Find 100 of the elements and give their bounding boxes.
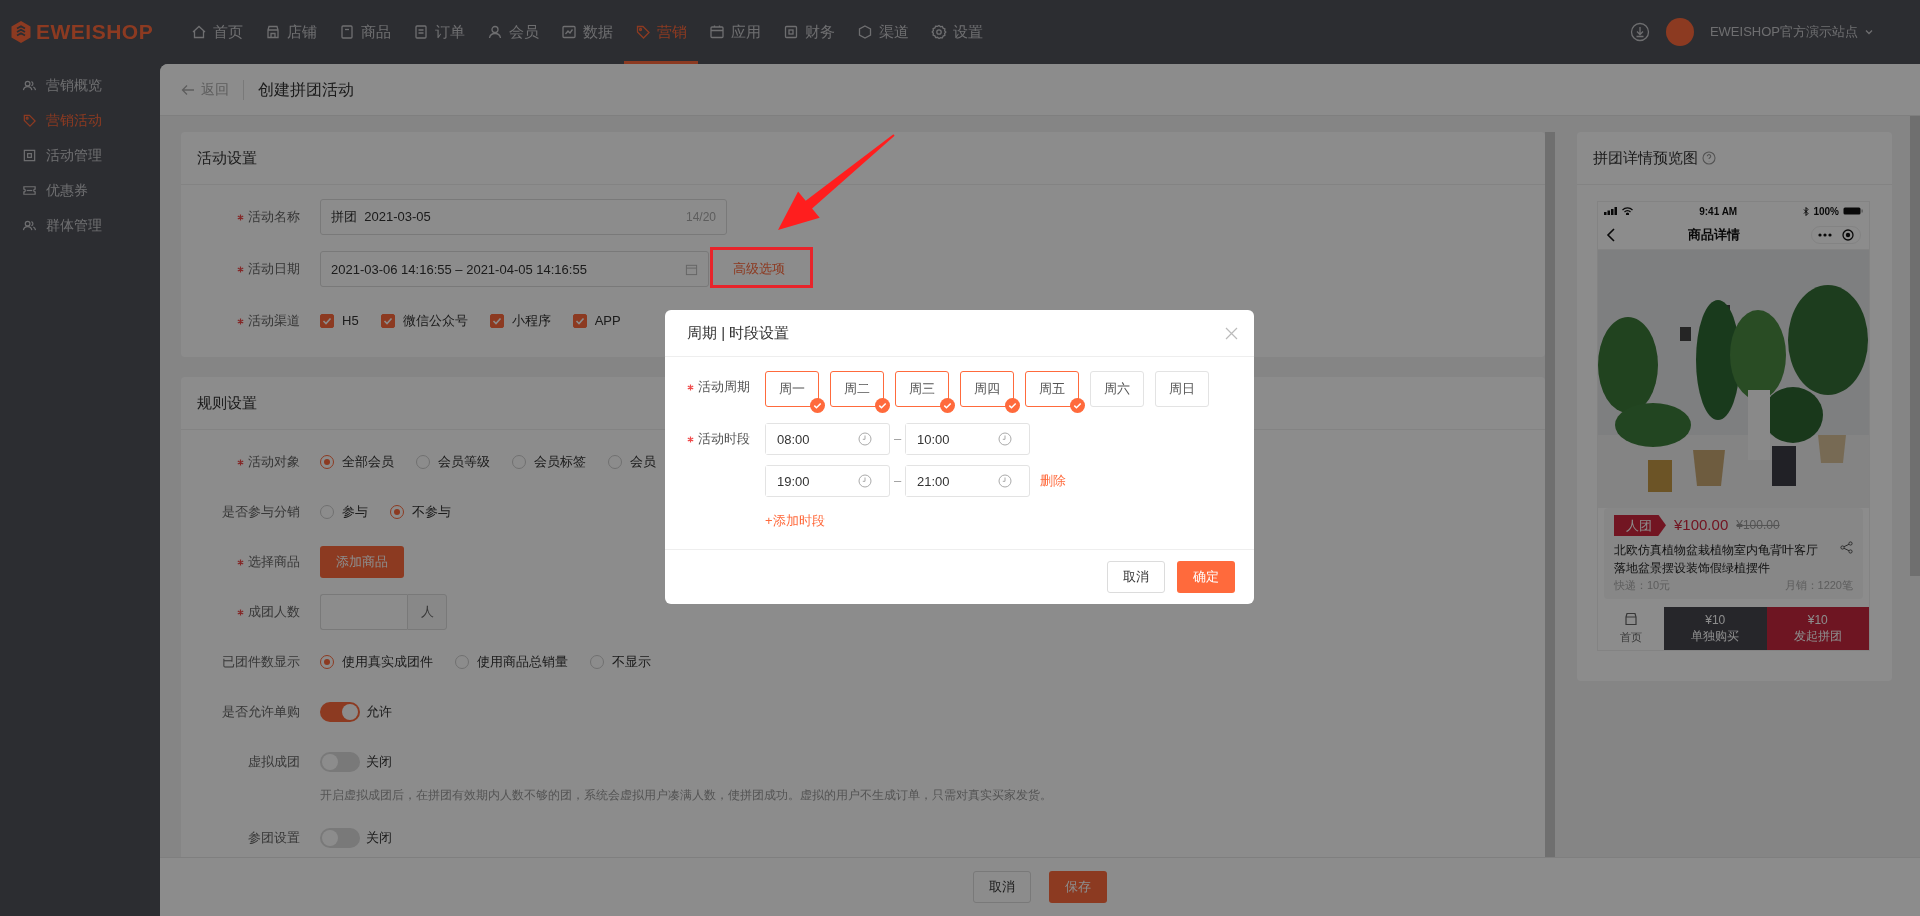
option-label: 使用商品总销量: [477, 653, 568, 672]
clock-icon: [858, 432, 872, 446]
form-label: 活动名称: [248, 208, 300, 227]
delete-link[interactable]: 删除: [1040, 471, 1066, 491]
site-menu[interactable]: EWEISHOP官方演示站点: [1709, 22, 1874, 42]
weekday-option[interactable]: 周六: [1090, 371, 1144, 407]
nav-item[interactable]: 设置: [920, 0, 994, 64]
unit-addon: 人: [407, 594, 447, 630]
toggle-label: 允许: [366, 703, 392, 722]
toggle-label: 关闭: [366, 753, 392, 772]
option-label: 会员标签: [534, 453, 586, 472]
target-icon: [1842, 228, 1854, 241]
tag-icon: [22, 113, 37, 128]
signal-icon: [1604, 207, 1618, 215]
checkbox[interactable]: [380, 314, 395, 328]
battery-level: 100%: [1813, 204, 1839, 219]
save-confirm-button[interactable]: 保存: [1049, 871, 1107, 903]
weekday-option[interactable]: 周五: [1025, 371, 1079, 407]
weekday-option[interactable]: 周三: [895, 371, 949, 407]
more-icon: [1818, 232, 1832, 237]
nav-item[interactable]: 数据: [550, 0, 624, 64]
card-title: 拼团详情预览图: [1593, 147, 1698, 168]
option-label: 会员等级: [438, 453, 490, 472]
logo-icon: [10, 20, 32, 44]
page-title: 创建拼团活动: [258, 79, 354, 100]
buy-alone-button[interactable]: ¥10 单独购买: [1664, 607, 1767, 650]
check-icon: [875, 398, 890, 413]
option-label: H5: [342, 312, 359, 331]
weekday-option[interactable]: 周四: [960, 371, 1014, 407]
option-label: APP: [594, 312, 621, 331]
weekday-option[interactable]: 周二: [830, 371, 884, 407]
checkbox[interactable]: [572, 314, 587, 328]
user-icon: [487, 24, 503, 40]
hexagon-icon: [857, 24, 873, 40]
nav-item[interactable]: 店铺: [254, 0, 328, 64]
nav-item[interactable]: 会员: [476, 0, 550, 64]
weekday-option[interactable]: 周一: [765, 371, 819, 407]
check-icon: [1070, 398, 1085, 413]
group-badge: 人团: [1614, 514, 1666, 536]
cancel-button[interactable]: 取消: [1107, 561, 1165, 593]
clock-icon: [998, 432, 1012, 446]
check-icon: [1005, 398, 1020, 413]
battery-icon: [1843, 207, 1863, 215]
sidebar-item[interactable]: 营销概览: [0, 68, 160, 103]
scrollbar[interactable]: [1545, 132, 1555, 857]
store-icon: [1623, 611, 1639, 628]
add-product-button[interactable]: 添加商品: [320, 546, 404, 578]
confirm-button[interactable]: 确定: [1177, 561, 1235, 593]
time-field[interactable]: 19:00: [765, 465, 890, 497]
time-field[interactable]: 10:00: [905, 423, 1030, 455]
share-icon: [1840, 540, 1853, 554]
arrow-left-icon: [181, 82, 195, 97]
wifi-icon: [1622, 207, 1633, 215]
checkbox[interactable]: [489, 314, 504, 328]
time-field[interactable]: 21:00: [905, 465, 1030, 497]
time-field[interactable]: 08:00: [765, 423, 890, 455]
form-label: 活动周期: [698, 378, 750, 397]
input-field[interactable]: 拼团 2021-03-05: [321, 200, 686, 234]
cancel-button[interactable]: 取消: [973, 871, 1031, 903]
form-label: 已团件数显示: [222, 653, 300, 672]
settings-icon: [931, 24, 947, 40]
form-label: 活动时段: [698, 430, 750, 449]
start-group-button[interactable]: ¥10 发起拼团: [1766, 607, 1869, 650]
form-label: 参团设置: [248, 829, 300, 848]
ticket-icon: [22, 183, 37, 198]
form-label: 活动日期: [248, 260, 300, 279]
download-icon: [1629, 22, 1650, 42]
checkbox[interactable]: [320, 314, 334, 328]
nav-item[interactable]: 渠道: [846, 0, 920, 64]
clock-icon: [998, 474, 1012, 488]
toggle-label: 关闭: [366, 829, 392, 848]
check-icon: [810, 398, 825, 413]
option-label: 会员: [630, 453, 656, 472]
sidebar-item[interactable]: 优惠券: [0, 173, 160, 208]
nav-item[interactable]: 订单: [402, 0, 476, 64]
caret-icon: [1864, 27, 1874, 37]
nav-item[interactable]: 商品: [328, 0, 402, 64]
option-label: 使用真实成团件: [342, 653, 433, 672]
calendar-icon: [685, 262, 698, 276]
add-slot-link[interactable]: +添加时段: [765, 511, 825, 531]
group-price: ¥100.00: [1674, 515, 1729, 535]
dialog-title: 周期 | 时段设置: [687, 322, 790, 343]
tag-icon: [635, 24, 651, 40]
calendar-icon: [709, 24, 725, 40]
nav-item[interactable]: 财务: [772, 0, 846, 64]
option-label: 小程序: [511, 312, 551, 331]
toggle-switch[interactable]: [320, 702, 360, 722]
advanced-options-link[interactable]: 高级选项: [733, 259, 785, 279]
option-label: 微信公众号: [402, 312, 468, 331]
nav-item[interactable]: 应用: [698, 0, 772, 64]
logo-text: EWEISHOP: [36, 19, 154, 46]
form-label: 虚拟成团: [248, 753, 300, 772]
scrollbar[interactable]: [1910, 116, 1920, 576]
nav-item[interactable]: 首页: [180, 0, 254, 64]
sidebar-item[interactable]: 活动管理: [0, 138, 160, 173]
option-label: 全部会员: [342, 453, 394, 472]
help-icon: [1702, 151, 1716, 165]
check-icon: [574, 316, 585, 326]
sidebar-item[interactable]: 群体管理: [0, 208, 160, 243]
weekday-option[interactable]: 周日: [1155, 371, 1209, 407]
